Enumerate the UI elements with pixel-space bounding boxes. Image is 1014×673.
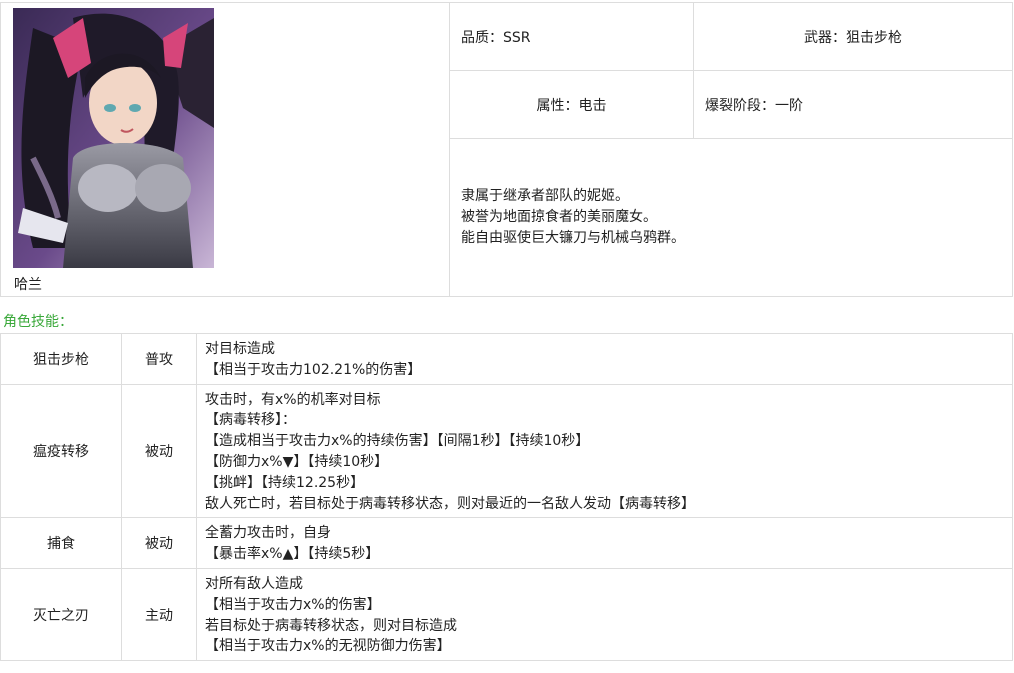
character-info-table: 哈兰 品质：SSR 武器：狙击步枪 属性：电击 爆裂阶段：一阶 隶属于继承者部队… [0,2,1013,297]
skill-name: 瘟疫转移 [0,383,122,519]
skill-desc-line: 【防御力x%▼】【持续10秒】 [205,453,389,470]
skill-desc-line: 【暴击率x%▲】【持续5秒】 [205,546,380,563]
weapon-cell: 武器：狙击步枪 [693,2,1013,71]
character-portrait-image [13,8,214,268]
skill-desc-line: 【病毒转移】： [205,412,296,429]
skill-desc-line: 全蓄力攻击时，自身 [205,525,331,542]
description-line: 被誉为地面掠食者的美丽魔女。 [461,209,657,225]
skill-name: 灭亡之刃 [0,567,122,662]
quality-cell: 品质：SSR [449,2,694,71]
skills-heading: 角色技能： [3,314,73,330]
skill-name: 捕食 [0,517,122,569]
character-name: 哈兰 [14,277,42,293]
skill-desc-line: 【造成相当于攻击力x%的持续伤害】【间隔1秒】【持续10秒】 [205,433,590,450]
attribute-cell: 属性：电击 [449,70,694,139]
skill-type: 普攻 [121,333,197,385]
skill-description: 对目标造成 【相当于攻击力102.21%的伤害】 [196,333,1013,385]
skill-row: 灭亡之刃 主动 对所有敌人造成 【相当于攻击力x%的伤害】 若目标处于病毒转移状… [0,567,1013,662]
skill-row: 狙击步枪 普攻 对目标造成 【相当于攻击力102.21%的伤害】 [0,333,1013,385]
skills-table: 狙击步枪 普攻 对目标造成 【相当于攻击力102.21%的伤害】 瘟疫转移 被动… [0,333,1013,662]
skill-desc-line: 敌人死亡时，若目标处于病毒转移状态，则对最近的一名敌人发动【病毒转移】 [205,495,695,512]
burst-stage-cell: 爆裂阶段：一阶 [693,70,1013,139]
description-line: 隶属于继承者部队的妮姬。 [461,188,629,204]
skill-row: 捕食 被动 全蓄力攻击时，自身 【暴击率x%▲】【持续5秒】 [0,517,1013,569]
skill-desc-line: 若目标处于病毒转移状态，则对目标造成 [205,617,457,634]
skill-desc-line: 攻击时，有x%的机率对目标 [205,391,381,408]
skill-type: 主动 [121,567,197,662]
skill-name: 狙击步枪 [0,333,122,385]
skill-description: 攻击时，有x%的机率对目标 【病毒转移】： 【造成相当于攻击力x%的持续伤害】【… [196,383,1013,519]
portrait-cell: 哈兰 [0,2,450,297]
skill-desc-line: 【相当于攻击力x%的伤害】 [205,596,381,613]
description-line: 能自由驱使巨大镰刀与机械乌鸦群。 [461,230,685,246]
skill-desc-line: 【相当于攻击力x%的无视防御力伤害】 [205,638,451,655]
skill-desc-line: 对所有敌人造成 [205,575,303,592]
skill-desc-line: 【挑衅】【持续12.25秒】 [205,474,365,491]
skill-desc-line: 【相当于攻击力102.21%的伤害】 [205,361,422,378]
skill-desc-line: 对目标造成 [205,341,275,357]
skill-row: 瘟疫转移 被动 攻击时，有x%的机率对目标 【病毒转移】： 【造成相当于攻击力x… [0,383,1013,519]
skill-description: 对所有敌人造成 【相当于攻击力x%的伤害】 若目标处于病毒转移状态，则对目标造成… [196,567,1013,662]
character-description: 隶属于继承者部队的妮姬。 被誉为地面掠食者的美丽魔女。 能自由驱使巨大镰刀与机械… [449,138,1013,297]
skill-description: 全蓄力攻击时，自身 【暴击率x%▲】【持续5秒】 [196,517,1013,569]
skill-type: 被动 [121,517,197,569]
skill-type: 被动 [121,383,197,519]
